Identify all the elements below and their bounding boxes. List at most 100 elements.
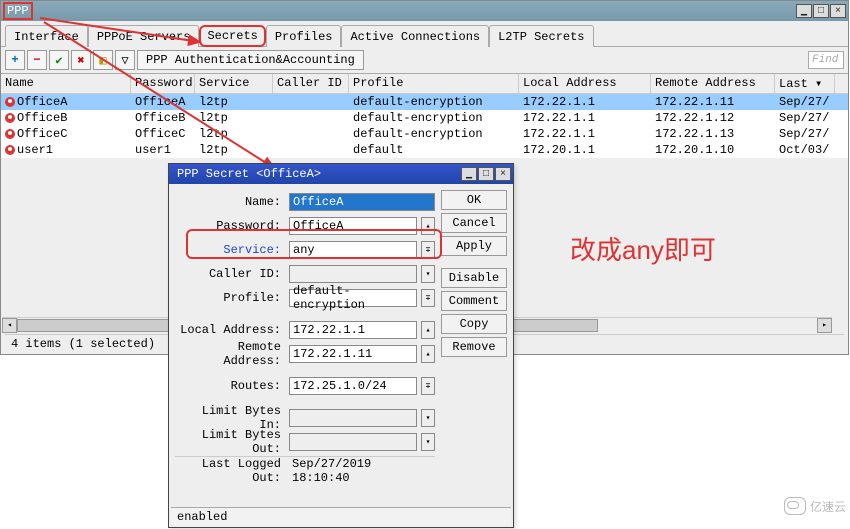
- cell: default-encryption: [349, 94, 519, 110]
- minimize-button[interactable]: ▁: [796, 4, 812, 18]
- tab-interface[interactable]: Interface: [5, 25, 88, 47]
- user-icon: [5, 97, 15, 107]
- localaddr-input[interactable]: 172.22.1.1: [289, 321, 417, 339]
- remoteaddr-up-icon[interactable]: ▴: [421, 345, 435, 363]
- comment-button[interactable]: ◧: [93, 50, 113, 70]
- tab-profiles[interactable]: Profiles: [266, 25, 342, 47]
- password-up-icon[interactable]: ▴: [421, 217, 435, 235]
- limitin-down-icon[interactable]: ▾: [421, 409, 435, 427]
- cell: 172.20.1.1: [519, 142, 651, 158]
- scroll-left-icon[interactable]: ◂: [2, 318, 17, 333]
- routes-dropdown-icon[interactable]: ∓: [421, 377, 435, 395]
- tab-active-connections[interactable]: Active Connections: [341, 25, 489, 47]
- find-input[interactable]: Find: [808, 51, 844, 69]
- dialog-minimize-button[interactable]: ▁: [461, 167, 477, 181]
- cell: Sep/27/: [775, 126, 835, 142]
- cell: OfficeB: [131, 110, 195, 126]
- limitout-input[interactable]: [289, 433, 417, 451]
- dialog-status: enabled: [171, 507, 511, 525]
- col-last[interactable]: Last ▾: [775, 74, 835, 93]
- profile-dropdown-icon[interactable]: ∓: [421, 289, 435, 307]
- profile-label: Profile:: [175, 291, 285, 305]
- user-icon: [5, 145, 15, 155]
- service-dropdown-icon[interactable]: ∓: [421, 241, 435, 259]
- cell: Oct/03/: [775, 142, 835, 158]
- cell: OfficeB: [1, 110, 131, 126]
- cell: [273, 110, 349, 126]
- table-row[interactable]: OfficeCOfficeCl2tpdefault-encryption172.…: [1, 126, 848, 142]
- lastlogged-label: Last Logged Out:: [175, 457, 285, 485]
- cell: default: [349, 142, 519, 158]
- password-input[interactable]: OfficeA: [289, 217, 417, 235]
- cell: 172.22.1.1: [519, 126, 651, 142]
- col-remote-address[interactable]: Remote Address: [651, 74, 775, 93]
- tab-pppoe-servers[interactable]: PPPoE Servers: [88, 25, 200, 47]
- col-name[interactable]: Name: [1, 74, 131, 93]
- col-service[interactable]: Service: [195, 74, 273, 93]
- localaddr-up-icon[interactable]: ▴: [421, 321, 435, 339]
- table-row[interactable]: OfficeAOfficeAl2tpdefault-encryption172.…: [1, 94, 848, 110]
- annotation-text: 改成any即可: [570, 230, 716, 267]
- disable-button[interactable]: Disable: [441, 268, 507, 288]
- limitout-label: Limit Bytes Out:: [175, 428, 285, 456]
- cell: l2tp: [195, 126, 273, 142]
- col-password[interactable]: Password: [131, 74, 195, 93]
- name-input[interactable]: OfficeA: [289, 193, 435, 211]
- limitout-down-icon[interactable]: ▾: [421, 433, 435, 451]
- table-body: OfficeAOfficeAl2tpdefault-encryption172.…: [1, 94, 848, 158]
- tab-l2tp-secrets[interactable]: L2TP Secrets: [489, 25, 593, 47]
- dialog-close-button[interactable]: ×: [495, 167, 511, 181]
- window-title: PPP: [3, 2, 33, 20]
- routes-input[interactable]: 172.25.1.0/24: [289, 377, 417, 395]
- dialog-button-column: OK Cancel Apply Disable Comment Copy Rem…: [441, 184, 513, 485]
- scroll-right-icon[interactable]: ▸: [817, 318, 832, 333]
- table-row[interactable]: user1user1l2tpdefault172.20.1.1172.20.1.…: [1, 142, 848, 158]
- tab-bar: Interface PPPoE Servers Secrets Profiles…: [1, 21, 848, 47]
- cell: [273, 142, 349, 158]
- profile-select[interactable]: default-encryption: [289, 289, 417, 307]
- ppp-auth-accounting-button[interactable]: PPP Authentication&Accounting: [137, 50, 364, 70]
- table-header: Name Password Service Caller ID Profile …: [1, 74, 848, 94]
- cell: user1: [131, 142, 195, 158]
- filter-button[interactable]: ▽: [115, 50, 135, 70]
- remove-button[interactable]: −: [27, 50, 47, 70]
- limitin-input[interactable]: [289, 409, 417, 427]
- comment-button[interactable]: Comment: [441, 291, 507, 311]
- copy-button[interactable]: Copy: [441, 314, 507, 334]
- cancel-button[interactable]: Cancel: [441, 213, 507, 233]
- table-row[interactable]: OfficeBOfficeBl2tpdefault-encryption172.…: [1, 110, 848, 126]
- cell: OfficeA: [131, 94, 195, 110]
- ok-button[interactable]: OK: [441, 190, 507, 210]
- localaddr-label: Local Address:: [175, 323, 285, 337]
- callerid-input[interactable]: [289, 265, 417, 283]
- apply-button[interactable]: Apply: [441, 236, 507, 256]
- cell: [273, 94, 349, 110]
- user-icon: [5, 113, 15, 123]
- cell: l2tp: [195, 94, 273, 110]
- enable-button[interactable]: ✔: [49, 50, 69, 70]
- cell: default-encryption: [349, 110, 519, 126]
- maximize-button[interactable]: □: [813, 4, 829, 18]
- secrets-table: Name Password Service Caller ID Profile …: [1, 74, 848, 158]
- service-select[interactable]: any: [289, 241, 417, 259]
- col-callerid[interactable]: Caller ID: [273, 74, 349, 93]
- password-label: Password:: [175, 219, 285, 233]
- add-button[interactable]: +: [5, 50, 25, 70]
- callerid-down-icon[interactable]: ▾: [421, 265, 435, 283]
- tab-secrets[interactable]: Secrets: [199, 25, 265, 47]
- col-profile[interactable]: Profile: [349, 74, 519, 93]
- cell: OfficeC: [131, 126, 195, 142]
- close-button[interactable]: ×: [830, 4, 846, 18]
- cell: default-encryption: [349, 126, 519, 142]
- cell: Sep/27/: [775, 110, 835, 126]
- dialog-maximize-button[interactable]: □: [478, 167, 494, 181]
- cell: 172.22.1.1: [519, 110, 651, 126]
- cell: l2tp: [195, 142, 273, 158]
- cell: l2tp: [195, 110, 273, 126]
- disable-button[interactable]: ✖: [71, 50, 91, 70]
- watermark-icon: [784, 497, 806, 515]
- remoteaddr-input[interactable]: 172.22.1.11: [289, 345, 417, 363]
- col-local-address[interactable]: Local Address: [519, 74, 651, 93]
- name-label: Name:: [175, 195, 285, 209]
- remove-button[interactable]: Remove: [441, 337, 507, 357]
